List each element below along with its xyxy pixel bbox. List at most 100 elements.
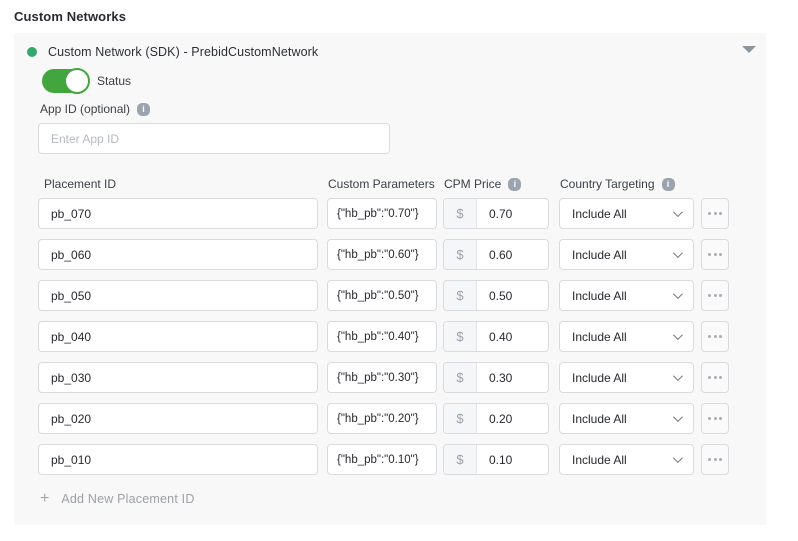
add-placement-button[interactable]: + Add New Placement ID <box>40 492 195 506</box>
custom-parameters-input[interactable] <box>327 280 437 311</box>
chevron-down-icon <box>673 207 683 217</box>
cpm-price-field: $ <box>443 403 549 434</box>
row-options-button[interactable] <box>701 321 729 352</box>
dollar-icon: $ <box>444 363 477 392</box>
custom-parameters-header: Custom Parameters <box>327 177 437 191</box>
dollar-icon: $ <box>444 281 477 310</box>
country-targeting-select[interactable]: Include All <box>559 280 694 311</box>
country-targeting-value: Include All <box>572 453 627 467</box>
row-options-button[interactable] <box>701 198 729 229</box>
custom-parameters-input[interactable] <box>327 198 437 229</box>
chevron-down-icon <box>673 412 683 422</box>
country-targeting-value: Include All <box>572 371 627 385</box>
network-title: Custom Network (SDK) - PrebidCustomNetwo… <box>48 45 318 59</box>
cpm-price-input[interactable] <box>477 363 548 392</box>
custom-parameters-input[interactable] <box>327 403 437 434</box>
row-options-button[interactable] <box>701 362 729 393</box>
plus-icon: + <box>40 492 49 506</box>
placement-row: $ Include All <box>38 239 766 270</box>
dollar-icon: $ <box>444 404 477 433</box>
placement-row: $ Include All <box>38 362 766 393</box>
cpm-price-field: $ <box>443 239 549 270</box>
cpm-price-input[interactable] <box>477 445 548 474</box>
placement-id-input[interactable] <box>38 280 318 311</box>
chevron-down-icon <box>673 248 683 258</box>
app-id-label-row: App ID (optional) i <box>40 102 766 116</box>
custom-parameters-input[interactable] <box>327 444 437 475</box>
status-toggle-row: Status <box>42 69 766 93</box>
status-dot-icon <box>27 47 37 57</box>
cpm-price-header: CPM Price i <box>443 177 549 191</box>
placement-row: $ Include All <box>38 280 766 311</box>
placement-rows: $ Include All $ I <box>38 198 766 475</box>
custom-network-panel: Custom Network (SDK) - PrebidCustomNetwo… <box>14 33 766 525</box>
cpm-price-input[interactable] <box>477 199 548 228</box>
cpm-price-field: $ <box>443 321 549 352</box>
cpm-price-input[interactable] <box>477 281 548 310</box>
cpm-price-field: $ <box>443 444 549 475</box>
country-targeting-value: Include All <box>572 330 627 344</box>
placement-id-input[interactable] <box>38 362 318 393</box>
cpm-price-input[interactable] <box>477 240 548 269</box>
country-targeting-select[interactable]: Include All <box>559 198 694 229</box>
ellipsis-icon <box>707 253 723 256</box>
dollar-icon: $ <box>444 322 477 351</box>
placement-row: $ Include All <box>38 403 766 434</box>
app-id-input[interactable] <box>38 123 390 154</box>
info-icon[interactable]: i <box>662 178 675 191</box>
row-options-button[interactable] <box>701 403 729 434</box>
custom-parameters-input[interactable] <box>327 239 437 270</box>
cpm-price-field: $ <box>443 280 549 311</box>
row-options-button[interactable] <box>701 444 729 475</box>
ellipsis-icon <box>707 458 723 461</box>
cpm-price-field: $ <box>443 362 549 393</box>
collapse-chevron-icon[interactable] <box>742 46 756 53</box>
cpm-price-field: $ <box>443 198 549 229</box>
placement-id-input[interactable] <box>38 198 318 229</box>
ellipsis-icon <box>707 212 723 215</box>
placement-row: $ Include All <box>38 444 766 475</box>
country-targeting-value: Include All <box>572 289 627 303</box>
ellipsis-icon <box>707 417 723 420</box>
chevron-down-icon <box>673 453 683 463</box>
country-targeting-select[interactable]: Include All <box>559 321 694 352</box>
custom-parameters-input[interactable] <box>327 321 437 352</box>
placement-id-input[interactable] <box>38 403 318 434</box>
placement-id-input[interactable] <box>38 444 318 475</box>
country-targeting-value: Include All <box>572 207 627 221</box>
info-icon[interactable]: i <box>137 103 150 116</box>
panel-header: Custom Network (SDK) - PrebidCustomNetwo… <box>14 33 766 59</box>
dollar-icon: $ <box>444 445 477 474</box>
page-title: Custom Networks <box>14 9 126 24</box>
ellipsis-icon <box>707 335 723 338</box>
country-targeting-header: Country Targeting i <box>559 177 694 191</box>
country-targeting-select[interactable]: Include All <box>559 239 694 270</box>
ellipsis-icon <box>707 294 723 297</box>
info-icon[interactable]: i <box>508 178 521 191</box>
country-targeting-select[interactable]: Include All <box>559 444 694 475</box>
add-placement-label: Add New Placement ID <box>61 492 194 506</box>
status-toggle-label: Status <box>97 74 131 88</box>
row-options-button[interactable] <box>701 280 729 311</box>
placement-id-input[interactable] <box>38 239 318 270</box>
country-targeting-select[interactable]: Include All <box>559 362 694 393</box>
country-targeting-select[interactable]: Include All <box>559 403 694 434</box>
table-header: Placement ID Custom Parameters CPM Price… <box>38 177 766 191</box>
chevron-down-icon <box>673 289 683 299</box>
dollar-icon: $ <box>444 240 477 269</box>
chevron-down-icon <box>673 371 683 381</box>
placement-row: $ Include All <box>38 198 766 229</box>
cpm-price-input[interactable] <box>477 404 548 433</box>
app-id-label: App ID (optional) <box>40 102 130 116</box>
toggle-knob <box>64 68 90 94</box>
placement-id-input[interactable] <box>38 321 318 352</box>
chevron-down-icon <box>673 330 683 340</box>
custom-parameters-input[interactable] <box>327 362 437 393</box>
cpm-price-input[interactable] <box>477 322 548 351</box>
row-options-button[interactable] <box>701 239 729 270</box>
placement-row: $ Include All <box>38 321 766 352</box>
country-targeting-value: Include All <box>572 412 627 426</box>
ellipsis-icon <box>707 376 723 379</box>
status-toggle[interactable] <box>42 69 89 93</box>
dollar-icon: $ <box>444 199 477 228</box>
